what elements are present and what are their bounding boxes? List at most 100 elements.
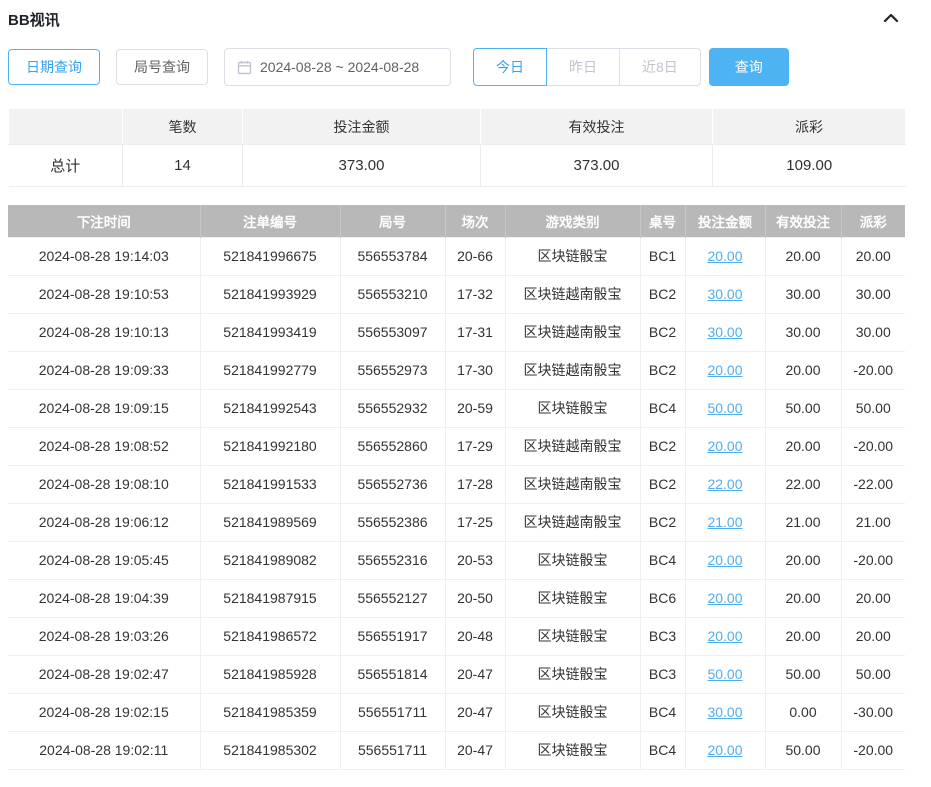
date-range-input[interactable]: 2024-08-28 ~ 2024-08-28 (224, 48, 451, 86)
cell-bet: 50.00 (685, 655, 765, 693)
cell-time: 2024-08-28 19:04:39 (8, 579, 200, 617)
cell-valid: 20.00 (765, 541, 841, 579)
cell-round_no: 556551711 (340, 731, 445, 769)
cell-round_no: 556552932 (340, 389, 445, 427)
search-button[interactable]: 查询 (709, 48, 789, 86)
bet-amount-link[interactable]: 30.00 (707, 324, 742, 340)
cell-round_no: 556553784 (340, 237, 445, 275)
cell-valid: 30.00 (765, 275, 841, 313)
bet-amount-link[interactable]: 20.00 (707, 742, 742, 758)
table-row: 2024-08-28 19:02:11521841985302556551711… (8, 731, 905, 769)
bet-amount-link[interactable]: 20.00 (707, 248, 742, 264)
bet-amount-link[interactable]: 50.00 (707, 666, 742, 682)
cell-order_no: 521841989082 (200, 541, 340, 579)
table-row: 2024-08-28 19:10:13521841993419556553097… (8, 313, 905, 351)
cell-table_no: BC2 (640, 503, 685, 541)
collapse-button[interactable] (877, 6, 905, 32)
cell-bet: 30.00 (685, 275, 765, 313)
cell-time: 2024-08-28 19:10:13 (8, 313, 200, 351)
table-row: 2024-08-28 19:08:52521841992180556552860… (8, 427, 905, 465)
bet-amount-link[interactable]: 20.00 (707, 552, 742, 568)
calendar-icon (237, 60, 252, 75)
cell-order_no: 521841989569 (200, 503, 340, 541)
cell-table_no: BC2 (640, 351, 685, 389)
cell-time: 2024-08-28 19:05:45 (8, 541, 200, 579)
cell-payout: 20.00 (841, 579, 905, 617)
cell-game: 区块链骰宝 (505, 617, 640, 655)
round-query-button[interactable]: 局号查询 (116, 49, 208, 85)
cell-session: 17-31 (445, 313, 505, 351)
cell-game: 区块链骰宝 (505, 541, 640, 579)
summary-col-header-2: 投注金额 (243, 109, 481, 145)
cell-bet: 30.00 (685, 313, 765, 351)
cell-valid: 20.00 (765, 427, 841, 465)
bet-amount-link[interactable]: 20.00 (707, 362, 742, 378)
cell-session: 17-28 (445, 465, 505, 503)
bets-col-header-0: 下注时间 (8, 205, 200, 237)
quick-today-button[interactable]: 今日 (473, 48, 547, 86)
bet-amount-link[interactable]: 20.00 (707, 628, 742, 644)
bet-amount-link[interactable]: 50.00 (707, 400, 742, 416)
cell-table_no: BC2 (640, 427, 685, 465)
cell-payout: 20.00 (841, 237, 905, 275)
cell-order_no: 521841993929 (200, 275, 340, 313)
cell-round_no: 556552860 (340, 427, 445, 465)
cell-time: 2024-08-28 19:02:15 (8, 693, 200, 731)
table-row: 2024-08-28 19:03:26521841986572556551917… (8, 617, 905, 655)
bet-amount-link[interactable]: 30.00 (707, 704, 742, 720)
cell-session: 17-30 (445, 351, 505, 389)
cell-order_no: 521841985928 (200, 655, 340, 693)
cell-valid: 21.00 (765, 503, 841, 541)
cell-order_no: 521841992779 (200, 351, 340, 389)
summary-col-header-4: 派彩 (713, 109, 906, 145)
cell-time: 2024-08-28 19:08:52 (8, 427, 200, 465)
cell-round_no: 556552127 (340, 579, 445, 617)
cell-round_no: 556552973 (340, 351, 445, 389)
summary-col-header-3: 有效投注 (481, 109, 713, 145)
cell-round_no: 556551711 (340, 693, 445, 731)
panel-title: BB视讯 (8, 9, 60, 30)
cell-session: 17-25 (445, 503, 505, 541)
cell-bet: 20.00 (685, 541, 765, 579)
bets-table: 下注时间注单编号局号场次游戏类别桌号投注金额有效投注派彩 2024-08-28 … (8, 205, 905, 770)
cell-valid: 50.00 (765, 655, 841, 693)
cell-session: 20-66 (445, 237, 505, 275)
bets-col-header-8: 派彩 (841, 205, 905, 237)
panel-header: BB视讯 (8, 8, 905, 30)
bets-table-body: 2024-08-28 19:14:03521841996675556553784… (8, 237, 905, 769)
date-query-button[interactable]: 日期查询 (8, 49, 100, 85)
bet-amount-link[interactable]: 21.00 (707, 514, 742, 530)
cell-round_no: 556552316 (340, 541, 445, 579)
summary-value-3: 373.00 (481, 145, 713, 187)
cell-round_no: 556553097 (340, 313, 445, 351)
cell-game: 区块链骰宝 (505, 693, 640, 731)
cell-valid: 30.00 (765, 313, 841, 351)
cell-order_no: 521841993419 (200, 313, 340, 351)
summary-header-row: 笔数投注金额有效投注派彩 (9, 109, 906, 145)
cell-session: 20-47 (445, 693, 505, 731)
cell-round_no: 556551814 (340, 655, 445, 693)
bet-amount-link[interactable]: 20.00 (707, 590, 742, 606)
date-range-value: 2024-08-28 ~ 2024-08-28 (260, 59, 419, 75)
cell-table_no: BC4 (640, 389, 685, 427)
bet-amount-link[interactable]: 22.00 (707, 476, 742, 492)
bet-amount-link[interactable]: 20.00 (707, 438, 742, 454)
cell-session: 17-29 (445, 427, 505, 465)
cell-bet: 20.00 (685, 351, 765, 389)
cell-session: 20-59 (445, 389, 505, 427)
cell-game: 区块链骰宝 (505, 579, 640, 617)
cell-payout: 50.00 (841, 389, 905, 427)
cell-payout: 30.00 (841, 275, 905, 313)
quick-last8days-button[interactable]: 近8日 (619, 48, 701, 86)
cell-game: 区块链越南骰宝 (505, 351, 640, 389)
bet-amount-link[interactable]: 30.00 (707, 286, 742, 302)
cell-time: 2024-08-28 19:10:53 (8, 275, 200, 313)
table-row: 2024-08-28 19:02:15521841985359556551711… (8, 693, 905, 731)
quick-yesterday-button[interactable]: 昨日 (546, 48, 620, 86)
cell-session: 20-47 (445, 731, 505, 769)
cell-round_no: 556553210 (340, 275, 445, 313)
cell-bet: 20.00 (685, 731, 765, 769)
summary-col-header-1: 笔数 (123, 109, 243, 145)
cell-valid: 50.00 (765, 389, 841, 427)
summary-value-4: 109.00 (713, 145, 906, 187)
